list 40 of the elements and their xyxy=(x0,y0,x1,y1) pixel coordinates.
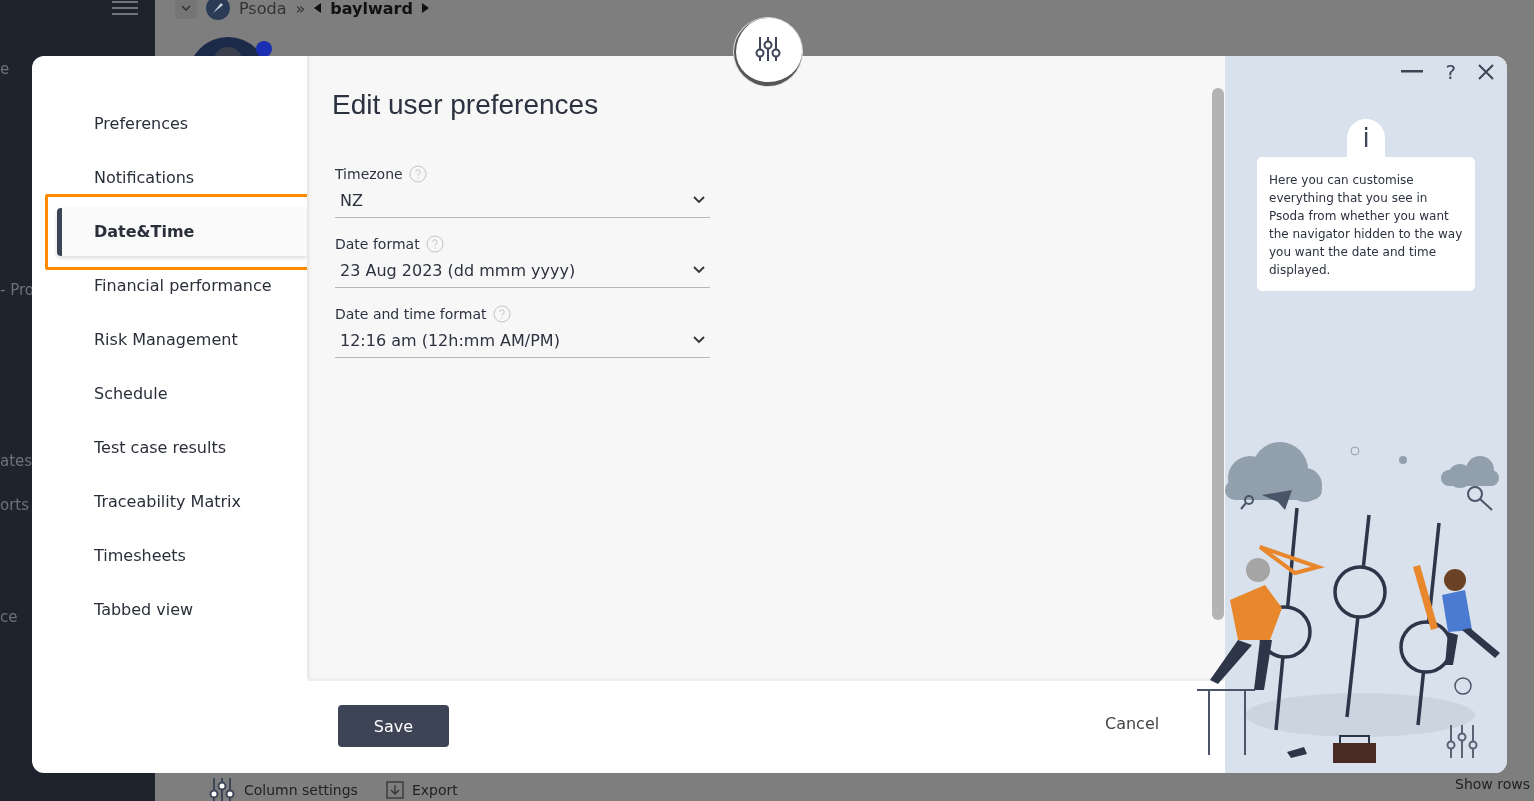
nav-item[interactable]: Notifications xyxy=(32,151,307,205)
chevron-down-icon xyxy=(693,336,705,344)
show-rows-label: Show rows xyxy=(1455,776,1530,792)
chevron-down-icon xyxy=(693,196,705,204)
caret-left-icon[interactable] xyxy=(314,3,322,13)
nav-item[interactable]: Schedule xyxy=(32,367,307,421)
chevron-down-icon xyxy=(181,5,191,11)
menu-icon[interactable] xyxy=(112,0,138,15)
field-label: Timezone xyxy=(335,166,403,182)
chevron-down-icon xyxy=(693,266,705,274)
cancel-button[interactable]: Cancel xyxy=(1105,713,1160,733)
nav-item[interactable]: Traceability Matrix xyxy=(32,475,307,529)
dialog-title: Edit user preferences xyxy=(332,89,600,121)
nav-item[interactable]: Financial performance xyxy=(32,259,307,313)
dropdown-field[interactable]: 12:16 am (12h:mm AM/PM) xyxy=(335,323,710,358)
info-text: Here you can customise everything that you see in Psoda from whether you want the navigator hidden to the way you want the date and time displayed. xyxy=(1257,157,1475,291)
nav-item[interactable]: Risk Management xyxy=(32,313,307,367)
export-button[interactable]: Export xyxy=(411,782,458,798)
scrollbar-thumb[interactable] xyxy=(1212,88,1224,620)
nav-item[interactable]: Tabbed view xyxy=(32,583,307,637)
nav-item[interactable]: Date&Time xyxy=(57,208,307,256)
minimize-icon[interactable] xyxy=(1401,70,1424,74)
sliders-icon[interactable] xyxy=(208,776,236,801)
help-button[interactable]: ? xyxy=(1445,60,1456,84)
nav-item[interactable]: Test case results xyxy=(32,421,307,475)
field-label: Date format xyxy=(335,236,420,252)
breadcrumb-separator: » xyxy=(295,0,306,18)
breadcrumb-current: baylward xyxy=(330,0,413,18)
save-button[interactable]: Save xyxy=(338,705,449,747)
caret-right-icon[interactable] xyxy=(421,3,429,13)
info-mark: i xyxy=(1347,119,1385,157)
column-settings-button[interactable]: Column settings xyxy=(244,782,358,798)
dropdown-button[interactable] xyxy=(175,0,197,19)
nav-item[interactable]: Timesheets xyxy=(32,529,307,583)
close-icon[interactable] xyxy=(1478,64,1494,80)
dropdown-field[interactable]: 23 Aug 2023 (dd mmm yyyy) xyxy=(335,253,710,288)
field-label: Date and time format xyxy=(335,306,487,322)
nav-item[interactable]: Preferences xyxy=(32,97,307,151)
download-icon[interactable] xyxy=(385,781,404,799)
dropdown-field[interactable]: NZ xyxy=(335,183,710,218)
